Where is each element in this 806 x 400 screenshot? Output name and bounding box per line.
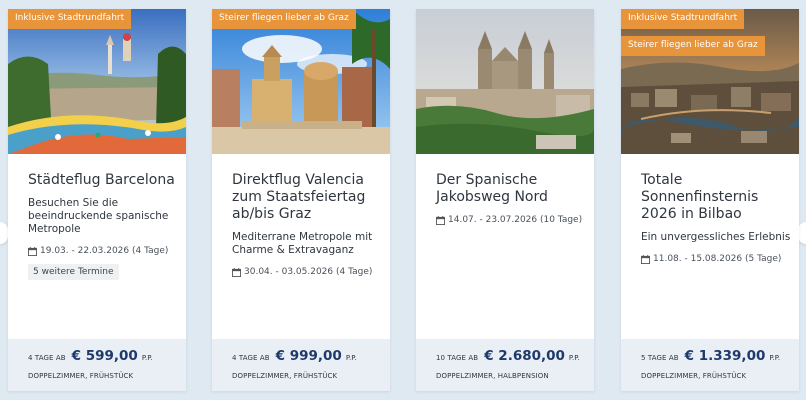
price-value: € 999,00 xyxy=(275,348,342,364)
price-per-person: P.P. xyxy=(345,354,357,362)
price-per-person: P.P. xyxy=(769,354,781,362)
price-per-person: P.P. xyxy=(141,354,153,362)
valencia-cathedral-photo xyxy=(212,9,390,154)
date-range: 11.08. - 15.08.2026 (5 Tage) xyxy=(653,254,782,264)
board-type: DOPPELZIMMER, HALBPENSION xyxy=(436,372,549,380)
tour-card[interactable]: Steirer fliegen lieber ab Graz Direktflu… xyxy=(212,9,390,391)
tour-title[interactable]: Der Spanische Jakobsweg Nord xyxy=(436,172,586,206)
tour-image[interactable] xyxy=(8,9,186,154)
tour-image[interactable] xyxy=(621,9,799,154)
tour-card[interactable]: Inklusive Stadtrundfahrt Städteflug Barc… xyxy=(8,9,186,391)
price-duration: 4 TAGE AB xyxy=(28,354,66,362)
price-footer: 4 TAGE AB € 999,00 P.P. DOPPELZIMMER, FR… xyxy=(212,339,390,391)
price-footer: 10 TAGE AB € 2.680,00 P.P. DOPPELZIMMER,… xyxy=(416,339,594,391)
badge-label: Steirer fliegen lieber ab Graz xyxy=(212,9,356,29)
board-type: DOPPELZIMMER, FRÜHSTÜCK xyxy=(641,372,747,380)
price-footer: 4 TAGE AB € 599,00 P.P. DOPPELZIMMER, FR… xyxy=(8,339,186,391)
tour-subtitle: Ein unvergessliches Erlebnis xyxy=(641,231,791,243)
carousel-prev-button[interactable] xyxy=(0,222,8,244)
date-range: 30.04. - 03.05.2026 (4 Tage) xyxy=(244,267,373,277)
price-footer: 5 TAGE AB € 1.339,00 P.P. DOPPELZIMMER, … xyxy=(621,339,799,391)
tour-dates: 14.07. - 23.07.2026 (10 Tage) xyxy=(436,214,586,226)
carousel-next-button[interactable] xyxy=(798,222,806,244)
calendar-icon xyxy=(436,215,445,225)
price-duration: 4 TAGE AB xyxy=(232,354,270,362)
tour-image[interactable] xyxy=(416,9,594,154)
more-dates-link[interactable]: 5 weitere Termine xyxy=(28,264,119,280)
date-range: 14.07. - 23.07.2026 (10 Tage) xyxy=(448,215,583,225)
price-value: € 2.680,00 xyxy=(484,348,565,364)
board-type: DOPPELZIMMER, FRÜHSTÜCK xyxy=(232,372,338,380)
badge-label: Inklusive Stadtrundfahrt xyxy=(621,9,745,29)
badge-label: Steirer fliegen lieber ab Graz xyxy=(621,36,765,56)
price-per-person: P.P. xyxy=(568,354,580,362)
tour-card[interactable]: Inklusive Stadtrundfahrt Steirer fliegen… xyxy=(621,9,799,391)
calendar-icon xyxy=(232,267,241,277)
price-duration: 5 TAGE AB xyxy=(641,354,679,362)
tour-title[interactable]: Städteflug Barcelona xyxy=(28,172,178,189)
barcelona-park-guell-photo xyxy=(8,9,186,154)
bilbao-city-photo xyxy=(621,9,799,154)
tour-subtitle: Besuchen Sie die beeindruckende spanisch… xyxy=(28,197,169,235)
board-type: DOPPELZIMMER, FRÜHSTÜCK xyxy=(28,372,134,380)
price-duration: 10 TAGE AB xyxy=(436,354,479,362)
tour-dates: 19.03. - 22.03.2026 (4 Tage) xyxy=(28,245,178,257)
tour-subtitle: Mediterrane Metropole mit Charme & Extra… xyxy=(232,231,373,256)
calendar-icon xyxy=(28,246,37,256)
tour-title[interactable]: Totale Sonnenfinsternis 2026 in Bilbao xyxy=(641,172,791,223)
calendar-icon xyxy=(641,254,650,264)
price-value: € 1.339,00 xyxy=(684,348,766,364)
tour-card[interactable]: Der Spanische Jakobsweg Nord 14.07. - 23… xyxy=(416,9,594,391)
tour-title[interactable]: Direktflug Valencia zum Staatsfeiertag a… xyxy=(232,172,382,223)
date-range: 19.03. - 22.03.2026 (4 Tage) xyxy=(40,246,169,256)
tour-dates: 11.08. - 15.08.2026 (5 Tage) xyxy=(641,253,791,265)
badge-label: Inklusive Stadtrundfahrt xyxy=(8,9,132,29)
santiago-cathedral-photo xyxy=(416,9,594,154)
tour-dates: 30.04. - 03.05.2026 (4 Tage) xyxy=(232,266,382,278)
price-value: € 599,00 xyxy=(71,348,138,364)
tour-image[interactable] xyxy=(212,9,390,154)
